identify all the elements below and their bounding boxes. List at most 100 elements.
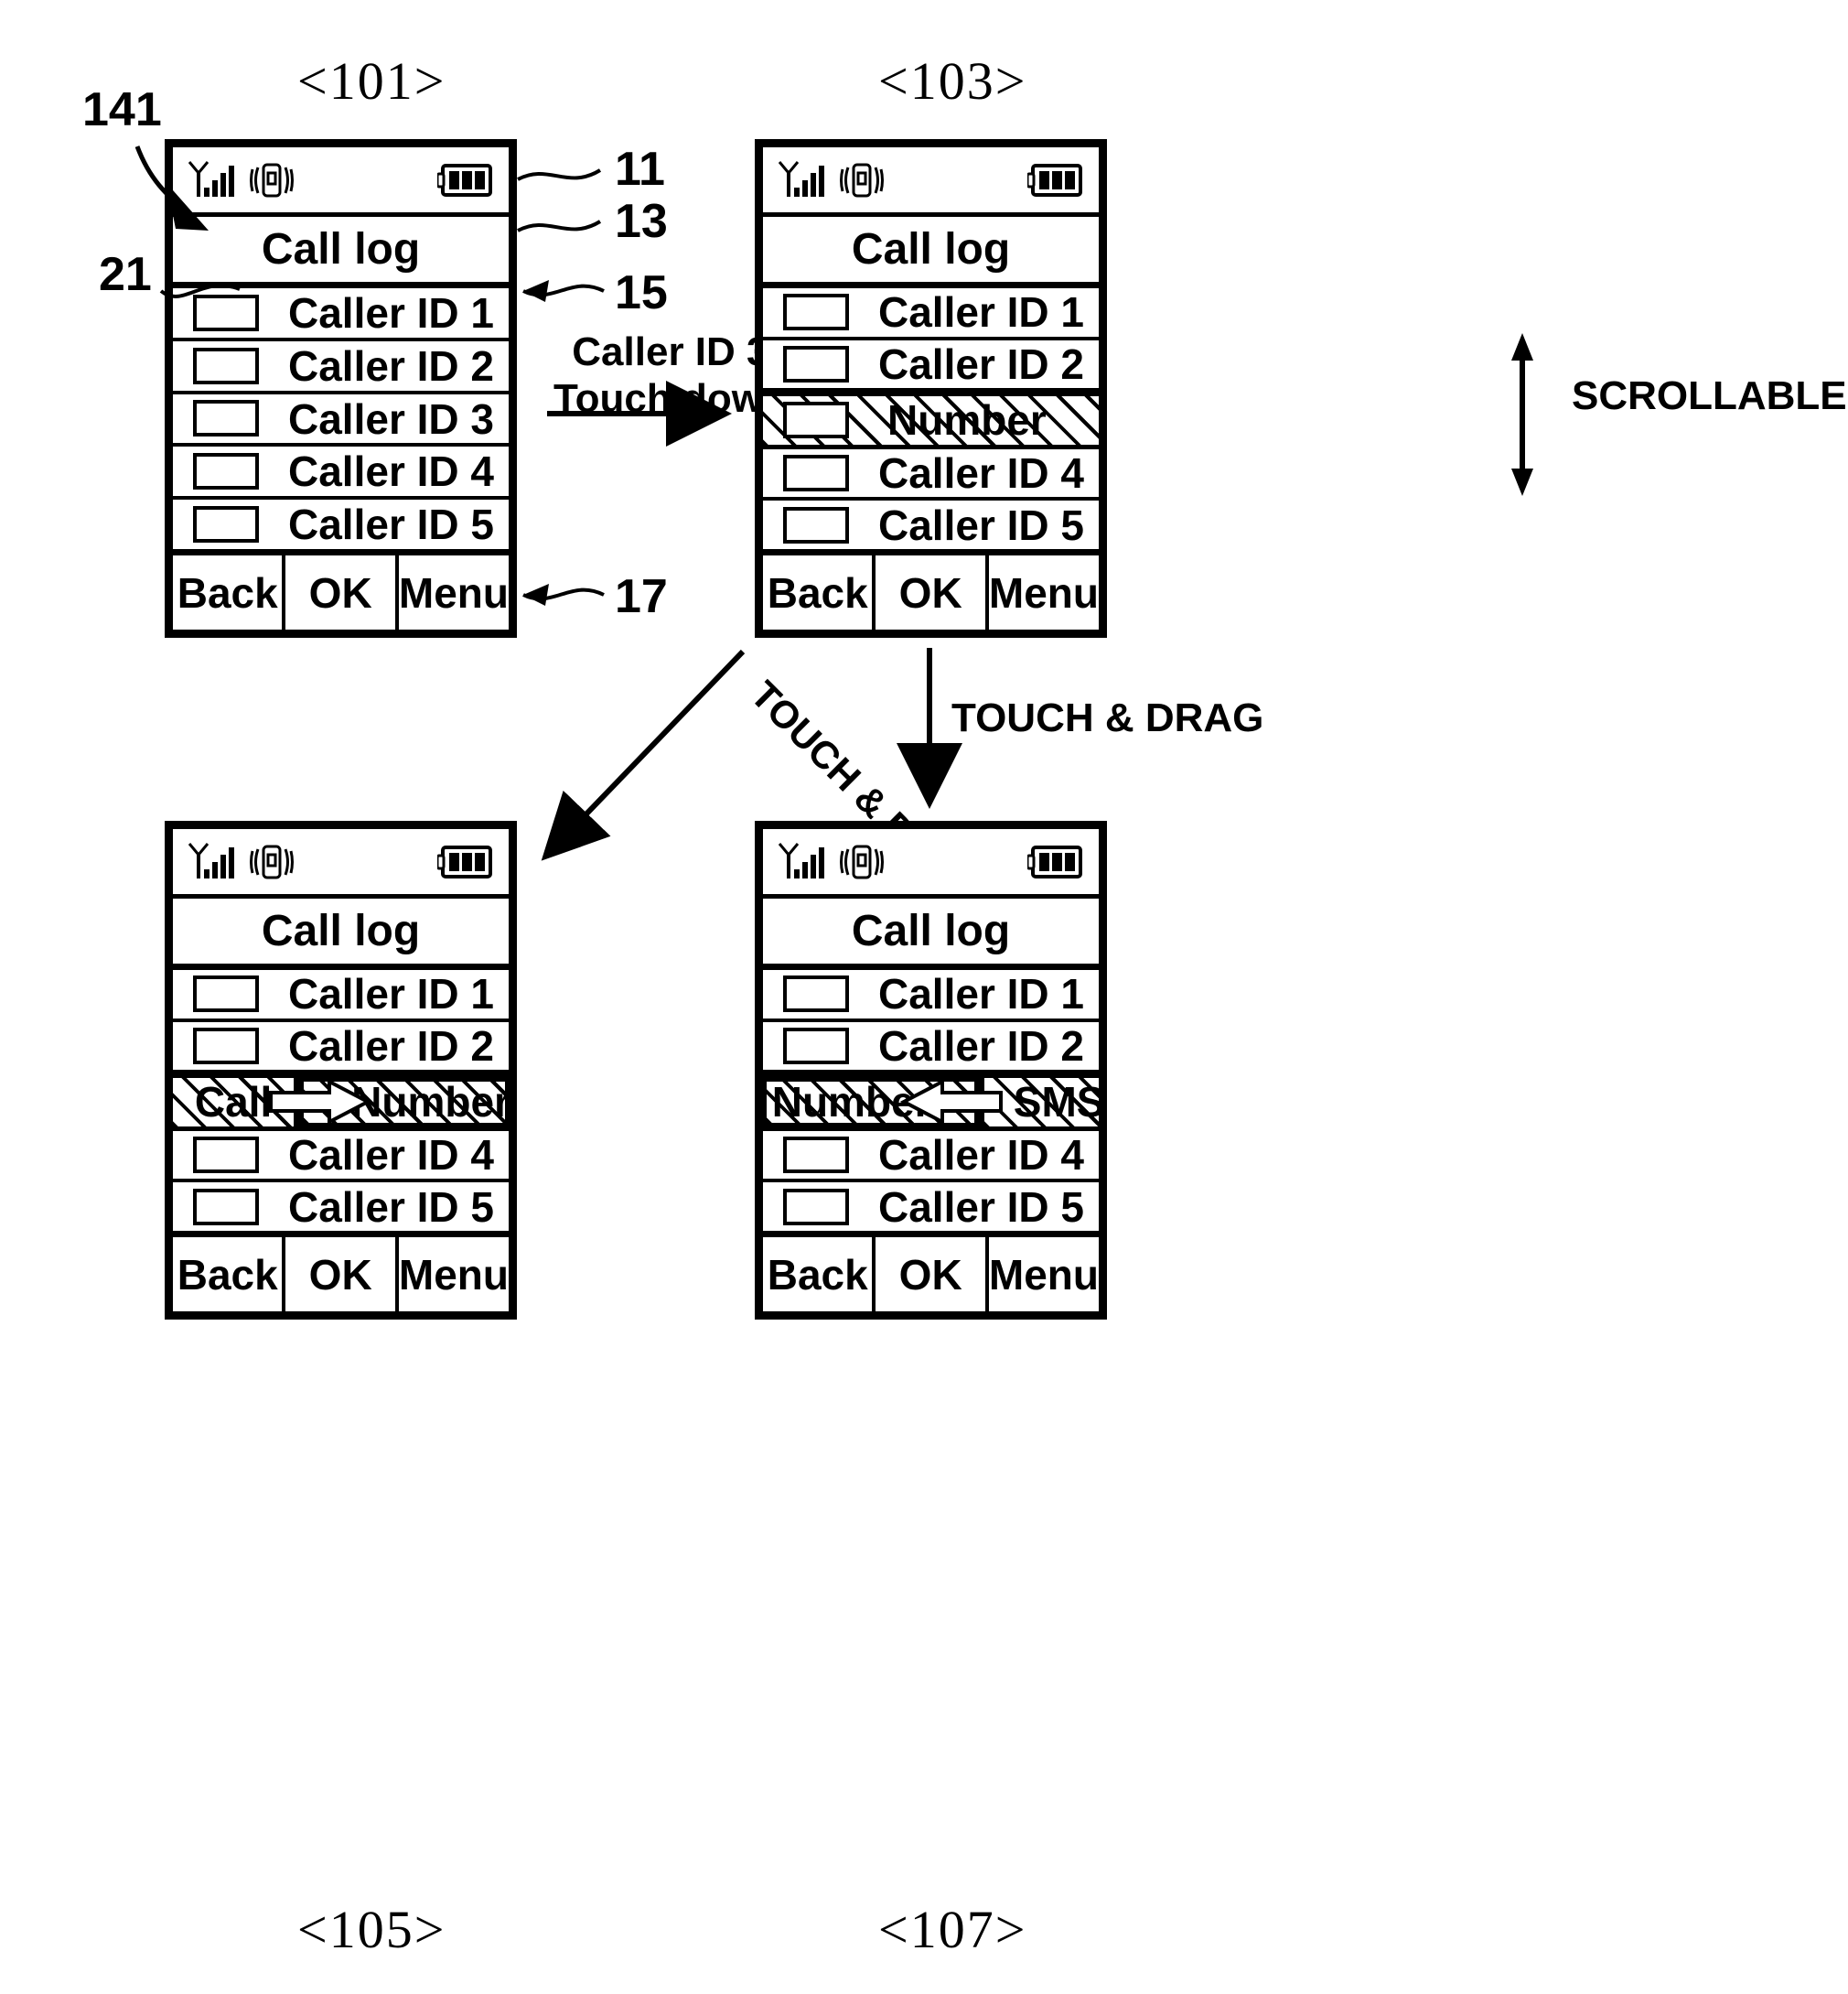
screen-title-101: Call log	[261, 225, 421, 274]
list-item[interactable]: Caller ID 5	[173, 500, 509, 549]
battery-full-icon	[437, 844, 494, 880]
soft-key-bar-107: Back OK Menu	[763, 1231, 1099, 1311]
lead-line-11	[517, 168, 602, 181]
back-button[interactable]: Back	[173, 555, 286, 630]
ref-17: 17	[615, 570, 668, 623]
title-bar-101: Call log	[173, 217, 509, 288]
list-item[interactable]: Caller ID 1	[173, 970, 509, 1022]
ok-button[interactable]: OK	[876, 555, 989, 630]
list-item-label: Caller ID 3	[288, 394, 494, 443]
list-item-selected-split[interactable]: Call Number	[173, 1073, 509, 1131]
battery-full-icon	[437, 162, 494, 199]
title-bar-103: Call log	[763, 217, 1099, 288]
ref-11: 11	[615, 143, 665, 196]
figure-label-103: <103>	[878, 51, 1027, 111]
vibrate-mode-icon	[250, 160, 294, 200]
battery-full-icon	[1027, 844, 1084, 880]
list-item[interactable]: Caller ID 1	[763, 288, 1099, 340]
status-bar-107	[763, 829, 1099, 899]
signal-strength-icon	[778, 842, 825, 882]
back-button[interactable]: Back	[763, 555, 876, 630]
phone-screen-105: Call log Caller ID 1 Caller ID 2 Call Nu…	[165, 821, 517, 1320]
list-item-label: Caller ID 5	[878, 1182, 1084, 1231]
figure-label-101: <101>	[297, 51, 446, 111]
lead-line-13	[517, 220, 602, 232]
menu-button[interactable]: Menu	[399, 1237, 509, 1311]
list-item[interactable]: Caller ID 2	[173, 341, 509, 394]
list-item[interactable]: Caller ID 5	[173, 1182, 509, 1231]
list-item-label: Number	[887, 396, 1047, 445]
back-button[interactable]: Back	[763, 1237, 876, 1311]
title-bar-107: Call log	[763, 899, 1099, 970]
call-log-list-101: Caller ID 1 Caller ID 2 Caller ID 3 Call…	[173, 288, 509, 549]
ref-15: 15	[615, 266, 668, 319]
annotation-touch-down-line2: Touch down	[553, 375, 788, 421]
screen-title-105: Call log	[261, 907, 421, 955]
flow-arrow-103-to-105	[541, 649, 746, 861]
phone-screen-101: Call log Caller ID 1 Caller ID 2 Caller …	[165, 139, 517, 638]
list-item[interactable]: Caller ID 5	[763, 501, 1099, 549]
vibrate-mode-icon	[840, 842, 884, 882]
call-type-marker-icon	[783, 294, 849, 331]
list-item-label: Caller ID 1	[288, 970, 494, 1019]
annotation-touch-drag-vertical: TOUCH & DRAG	[951, 695, 1264, 740]
list-item[interactable]: Caller ID 2	[173, 1022, 509, 1074]
battery-full-icon	[1027, 162, 1084, 199]
screen-title-107: Call log	[851, 907, 1011, 955]
signal-strength-icon	[188, 842, 235, 882]
list-item-label: Caller ID 4	[288, 447, 494, 496]
back-button[interactable]: Back	[173, 1237, 286, 1311]
soft-key-bar-103: Back OK Menu	[763, 549, 1099, 630]
list-item-selected[interactable]: Number	[763, 392, 1099, 449]
call-type-marker-icon	[193, 975, 259, 1013]
list-item[interactable]: Caller ID 2	[763, 340, 1099, 393]
lead-arrowhead-17	[523, 584, 549, 606]
list-item[interactable]: Caller ID 3	[173, 394, 509, 447]
lead-line-17	[522, 587, 605, 601]
list-item-label: Caller ID 1	[288, 288, 494, 337]
ok-button[interactable]: OK	[285, 555, 399, 630]
call-type-marker-icon	[783, 506, 849, 544]
list-item-selected-split[interactable]: Number SMS	[763, 1073, 1099, 1131]
call-type-marker-icon	[783, 402, 849, 439]
list-item[interactable]: Caller ID 2	[763, 1022, 1099, 1074]
action-panel-sms-label: SMS	[1013, 1078, 1099, 1126]
list-item-label: Caller ID 5	[288, 1182, 494, 1231]
ref-13: 13	[615, 195, 668, 248]
call-log-list-105: Caller ID 1 Caller ID 2 Call Number Call…	[173, 970, 509, 1231]
soft-key-bar-101: Back OK Menu	[173, 549, 509, 630]
menu-button[interactable]: Menu	[399, 555, 509, 630]
call-type-marker-icon	[783, 455, 849, 492]
list-item-label: Caller ID 1	[878, 288, 1084, 337]
call-log-list-107: Caller ID 1 Caller ID 2 Number SMS Calle…	[763, 970, 1099, 1231]
status-bar-101	[173, 147, 509, 217]
ok-button[interactable]: OK	[285, 1237, 399, 1311]
signal-strength-icon	[188, 160, 235, 200]
ok-button[interactable]: OK	[876, 1237, 989, 1311]
list-item-label: Caller ID 4	[288, 1131, 494, 1180]
list-item[interactable]: Caller ID 1	[173, 288, 509, 341]
signal-strength-icon	[778, 160, 825, 200]
menu-button[interactable]: Menu	[989, 555, 1099, 630]
list-item[interactable]: Caller ID 1	[763, 970, 1099, 1022]
list-item[interactable]: Caller ID 4	[173, 1131, 509, 1183]
list-item[interactable]: Caller ID 5	[763, 1182, 1099, 1231]
action-panel-call-label: Call	[194, 1078, 273, 1126]
call-type-marker-icon	[193, 506, 259, 544]
call-type-marker-icon	[193, 1137, 259, 1174]
annotation-touch-down: Caller ID 3 Touch down	[553, 329, 788, 422]
menu-button[interactable]: Menu	[989, 1237, 1099, 1311]
figure-label-105: <105>	[297, 1900, 446, 1959]
call-type-marker-icon	[193, 1027, 259, 1064]
phone-screen-107: Call log Caller ID 1 Caller ID 2 Number …	[755, 821, 1107, 1320]
call-type-marker-icon	[783, 1188, 849, 1225]
annotation-touch-down-line1: Caller ID 3	[572, 329, 769, 374]
call-type-marker-icon	[193, 294, 259, 331]
vibrate-mode-icon	[250, 842, 294, 882]
call-type-marker-icon	[193, 1188, 259, 1225]
list-item-label: Caller ID 2	[878, 340, 1084, 388]
list-item-label: Caller ID 2	[288, 1021, 494, 1070]
list-item[interactable]: Caller ID 4	[763, 449, 1099, 501]
list-item[interactable]: Caller ID 4	[173, 447, 509, 501]
list-item[interactable]: Caller ID 4	[763, 1131, 1099, 1183]
